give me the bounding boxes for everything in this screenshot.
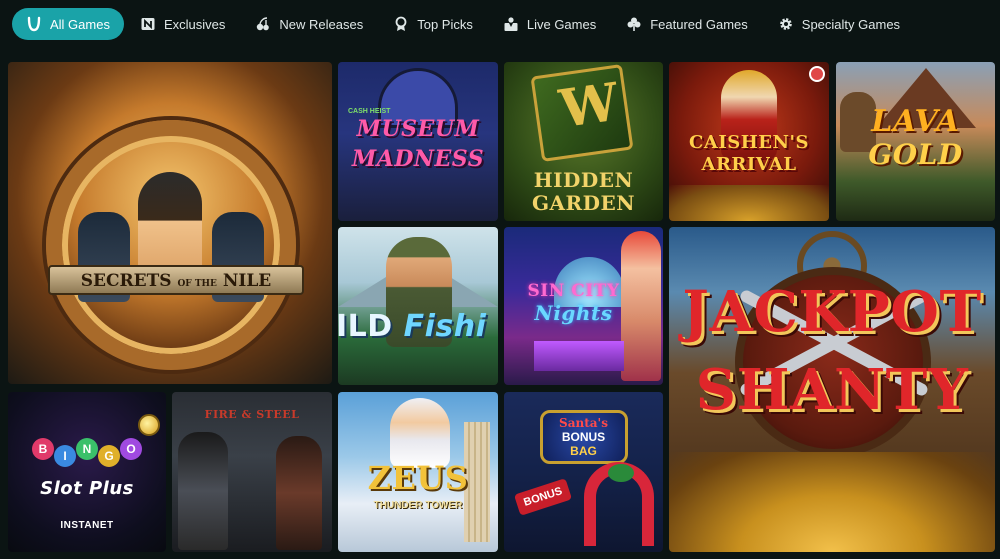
award-ribbon-icon <box>395 16 407 31</box>
game-tile-lava-gold[interactable]: LAVA GOLD <box>836 62 995 221</box>
tab-label: Live Games <box>526 16 597 32</box>
bingo-ball: G <box>98 445 120 467</box>
corner-badge-icon <box>809 66 825 82</box>
tab-specialty-games[interactable]: Specialty Games <box>764 8 914 40</box>
provider-label: INSTANET <box>60 520 114 531</box>
zeus-figure <box>390 398 450 468</box>
gold-coin-pile <box>669 452 995 552</box>
tab-exclusives[interactable]: Exclusives <box>126 8 239 40</box>
game-title-line2: Nights <box>534 301 613 325</box>
tab-new-releases[interactable]: New Releases <box>241 8 377 40</box>
tab-label: New Releases <box>279 16 364 32</box>
game-title-line1: HIDDEN <box>533 168 634 192</box>
game-tile-caishens-arrival[interactable]: CAISHEN'S ARRIVAL <box>669 62 829 221</box>
title-word-wild: ILD <box>338 309 393 344</box>
live-dealer-icon <box>504 17 518 31</box>
clover-icon <box>627 17 641 31</box>
game-title-line2: THUNDER TOWER <box>373 500 463 511</box>
game-tile-zeus-thunder-tower[interactable]: ZEUS THUNDER TOWER <box>338 392 498 552</box>
holly-decoration <box>608 464 634 482</box>
game-title-line1: MUSEUM <box>356 116 480 142</box>
game-title-line1: CAISHEN'S <box>689 132 809 153</box>
game-tile-museum-madness[interactable]: CASH HEIST MUSEUM MADNESS <box>338 62 498 221</box>
bingo-ball: B <box>32 438 54 460</box>
game-title-line1: JACKPOT <box>682 279 982 345</box>
tab-top-picks[interactable]: Top Picks <box>379 8 487 40</box>
tab-label: Featured Games <box>650 16 748 32</box>
game-title-line1: LAVA <box>871 104 960 139</box>
game-title-line2: Slot Plus <box>40 478 134 499</box>
game-tile-secrets-of-the-nile[interactable]: SECRETS OF THE NILE <box>8 62 332 384</box>
tab-all-games[interactable]: All Games <box>12 8 124 40</box>
knight-left <box>178 432 228 550</box>
game-tile-hidden-garden[interactable]: W HIDDEN GARDEN <box>504 62 663 221</box>
game-title-line1: ZEUS <box>367 459 469 497</box>
game-tile-sin-city-nights[interactable]: SIN CITY Nights <box>504 227 663 385</box>
game-title-line2: GARDEN <box>531 191 636 215</box>
title-word: SECRETS <box>80 271 172 291</box>
game-title-line2: GOLD <box>868 138 963 171</box>
game-tile-jackpot-shanty[interactable]: JACKPOT SHANTY <box>669 227 995 552</box>
game-title-line1: SIN CITY <box>527 281 620 301</box>
game-tile-fire-and-steel[interactable]: FIRE & STEEL <box>172 392 332 552</box>
game-tile-santas-bonus-bag[interactable]: Santa's BONUS BAG BONUS <box>504 392 663 552</box>
bingo-ball: N <box>76 438 98 460</box>
game-title-line1: Santa's <box>559 416 608 430</box>
tab-label: Exclusives <box>163 16 226 32</box>
stage-steps <box>534 341 624 371</box>
knight-right <box>276 436 322 550</box>
game-category-nav: All Games Exclusives New Releases Top Pi… <box>0 0 1000 48</box>
letter-w: W <box>555 71 623 141</box>
game-tile-wild-fishin[interactable]: ILD Fishi <box>338 227 498 385</box>
title-word: NILE <box>222 271 272 291</box>
game-title-line2: BONUS <box>561 430 606 444</box>
game-title-line1: ILD Fishi <box>338 311 498 343</box>
bingo-ball: O <box>120 438 142 460</box>
cherries-icon <box>257 17 270 31</box>
tab-label: Specialty Games <box>801 16 901 32</box>
tab-live-games[interactable]: Live Games <box>489 8 610 40</box>
game-title-line2: SHANTY <box>695 357 969 423</box>
game-title-line3: BAG <box>570 444 597 458</box>
tab-featured-games[interactable]: Featured Games <box>612 8 762 40</box>
title-word-small: OF THE <box>177 279 217 289</box>
gold-pile <box>669 185 829 221</box>
game-tile-bingo-slot-plus[interactable]: B I N G O Slot Plus INSTANET <box>8 392 166 552</box>
title-word-fishin: Fishi <box>403 309 487 344</box>
bingo-ball: I <box>54 445 76 467</box>
gear-icon <box>779 18 792 30</box>
game-tag: CASH HEIST <box>348 108 391 115</box>
game-title: SECRETS OF THE NILE <box>48 271 304 291</box>
horseshoe-icon <box>27 16 41 32</box>
game-logo-text: FIRE & STEEL <box>204 408 300 421</box>
bingo-balls: B I N G O <box>32 432 142 472</box>
game-title-line2: ARRIVAL <box>701 154 797 175</box>
exclusives-badge-icon <box>141 18 155 30</box>
game-title-line2: MADNESS <box>351 146 485 172</box>
tab-label: All Games <box>50 16 110 32</box>
tab-label: Top Picks <box>417 16 473 32</box>
